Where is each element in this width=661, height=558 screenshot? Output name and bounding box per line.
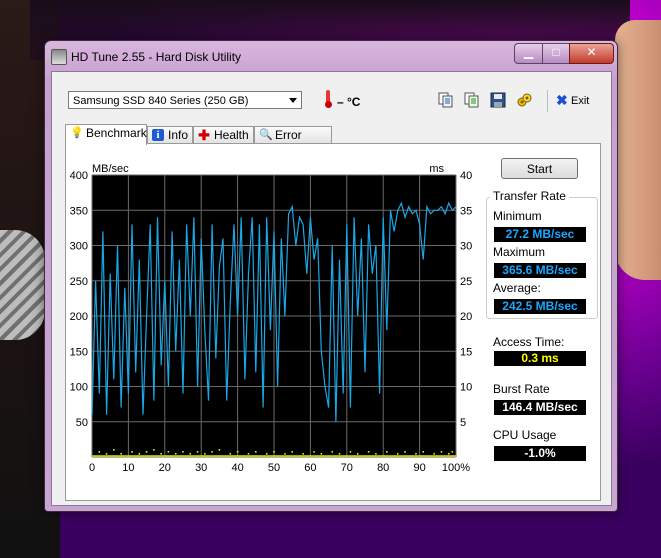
access-time-dot [265,453,268,455]
access-time-dot [98,451,101,453]
access-time-dot [313,451,315,453]
x-tick: 20 [159,462,171,474]
title-bar[interactable]: HD Tune 2.55 - Hard Disk Utility ▁ □ ✕ [45,41,617,71]
access-time-dot [396,453,399,455]
app-icon [51,49,67,65]
burst-rate-value: 146.4 MB/sec [494,400,586,415]
access-time-dot [229,453,232,455]
access-time-dot [255,451,257,453]
access-time-dot [236,451,239,453]
minimize-button[interactable]: ▁ [514,43,543,64]
y-tick-left: 350 [70,205,88,217]
access-time-dot [204,453,206,455]
tab-benchmark-label: Benchmark [86,126,147,140]
x-tick: 90 [413,462,425,474]
x-tick: 0 [89,462,95,474]
access-time-dot [302,453,304,455]
x-tick: 80 [377,462,389,474]
access-time-dot [320,453,323,455]
start-button[interactable]: Start [501,158,578,179]
transfer-rate-title: Transfer Rate [490,189,569,203]
access-time-dot [433,453,435,455]
access-time-dot [196,451,199,453]
background-hand [615,20,661,280]
y-tick-right: 25 [460,276,472,288]
access-time-dot [331,451,334,453]
minimum-value: 27.2 MB/sec [494,227,586,242]
x-tick: 30 [195,462,207,474]
access-time-dot [167,451,170,453]
access-time-dot [338,453,341,455]
access-time-dot [182,451,184,453]
average-value: 242.5 MB/sec [494,299,586,314]
access-time-dot [422,451,425,453]
background-necklace [0,230,45,340]
access-time-dot [211,451,213,453]
window-title: HD Tune 2.55 - Hard Disk Utility [71,50,242,64]
y-tick-left: 150 [70,346,88,358]
cpu-usage-label: CPU Usage [493,428,557,442]
access-time-dot [174,453,177,455]
y-tick-left: 250 [70,276,88,288]
x-tick: 70 [341,462,353,474]
close-button[interactable]: ✕ [569,43,614,64]
access-time-dot [356,453,359,455]
access-time-dot [284,453,286,455]
access-time-dot [120,453,122,455]
y-tick-right: 35 [460,205,472,217]
access-time-dot [247,453,250,455]
y-tick-right: 15 [460,346,472,358]
maximum-label: Maximum [493,245,546,259]
x-tick: 50 [268,462,280,474]
client-area: Samsung SSD 840 Series (250 GB) – °C ✖ E… [51,71,612,506]
access-time-label: Access Time: [493,335,565,349]
access-time-dot [404,451,406,453]
ylabel-left: MB/sec [92,163,129,175]
y-tick-left: 100 [70,382,88,394]
access-time-dot [131,451,133,453]
y-tick-right: 10 [460,382,472,394]
access-time-dot [386,451,388,453]
y-tick-right: 40 [460,170,472,182]
minimum-label: Minimum [493,209,542,223]
access-time-dot [105,453,108,455]
burst-rate-label: Burst Rate [493,382,550,396]
x-tick: 10 [122,462,134,474]
y-tick-right: 30 [460,241,472,253]
y-tick-left: 200 [70,311,88,323]
access-time-dot [349,451,352,453]
access-time-dot [153,449,155,451]
access-time-dot [160,453,162,455]
cpu-usage-value: -1.0% [494,446,586,461]
maximum-value: 365.6 MB/sec [494,263,586,278]
x-tick: 60 [304,462,316,474]
access-time-value: 0.3 ms [494,351,586,366]
access-time-dot [367,451,370,453]
access-time-dot [415,453,417,455]
access-time-dot [273,451,275,453]
ylabel-right: ms [429,163,444,175]
maximize-button[interactable]: □ [542,43,570,64]
access-time-dot [113,449,115,451]
y-tick-right: 20 [460,311,472,323]
x-tick: 100% [442,462,470,474]
access-time-dot [138,453,141,455]
lightbulb-icon: 💡 [70,127,84,139]
access-time-dot [145,451,148,453]
y-tick-left: 300 [70,241,88,253]
access-time-dot [218,449,221,451]
access-time-dot [440,451,443,453]
y-tick-left: 50 [76,417,88,429]
access-time-dot [447,453,450,455]
y-tick-left: 400 [70,170,88,182]
tab-benchmark[interactable]: 💡 Benchmark [65,124,147,145]
x-tick: 40 [231,462,243,474]
access-time-dot [291,451,293,453]
y-tick-right: 5 [460,417,466,429]
access-time-dot [451,451,454,453]
access-time-dot [189,453,192,455]
average-label: Average: [493,281,541,295]
app-window: HD Tune 2.55 - Hard Disk Utility ▁ □ ✕ S… [44,40,618,512]
access-time-dot [375,453,377,455]
